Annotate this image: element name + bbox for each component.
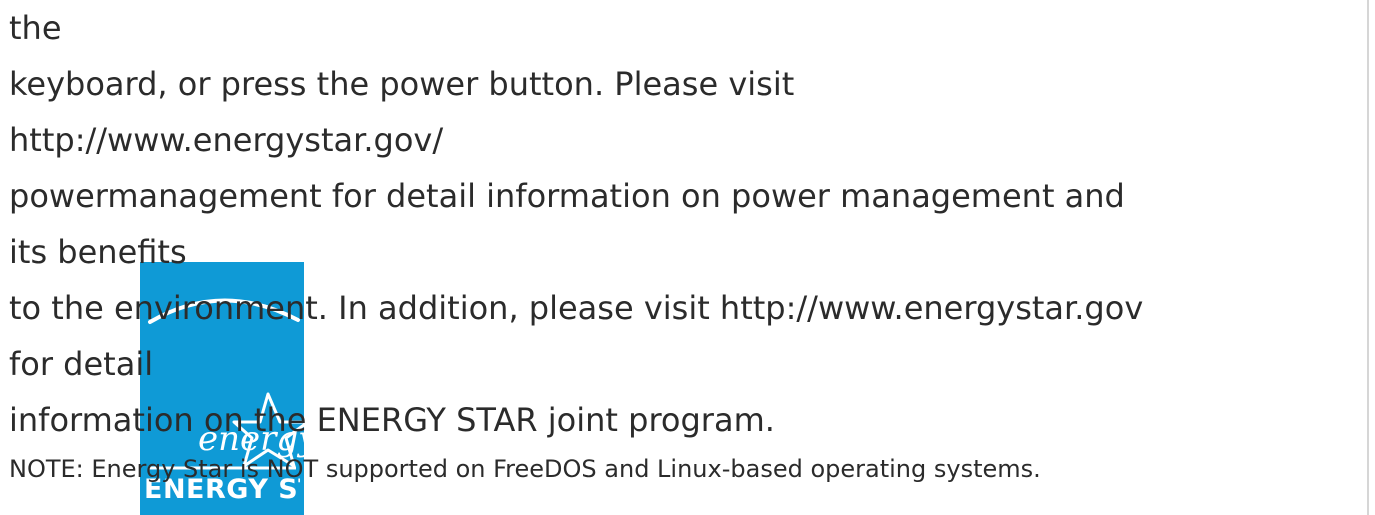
page-edge-divider [1367, 0, 1369, 515]
note-text: NOTE: Energy Star is NOT supported on Fr… [9, 455, 1041, 483]
text-line: the [9, 9, 62, 47]
text-line: its benefits [9, 233, 187, 271]
text-line: powermanagement for detail information o… [9, 177, 1125, 215]
text-line: http://www.energystar.gov/ [9, 121, 444, 159]
text-line: for detail [9, 345, 154, 383]
document-page: energy ENERGY STAR the keyboard, or pres… [0, 0, 1375, 515]
text-line: keyboard, or press the power button. Ple… [9, 65, 795, 103]
text-line: to the environment. In addition, please … [9, 289, 1144, 327]
text-line: information on the ENERGY STAR joint pro… [9, 401, 775, 439]
